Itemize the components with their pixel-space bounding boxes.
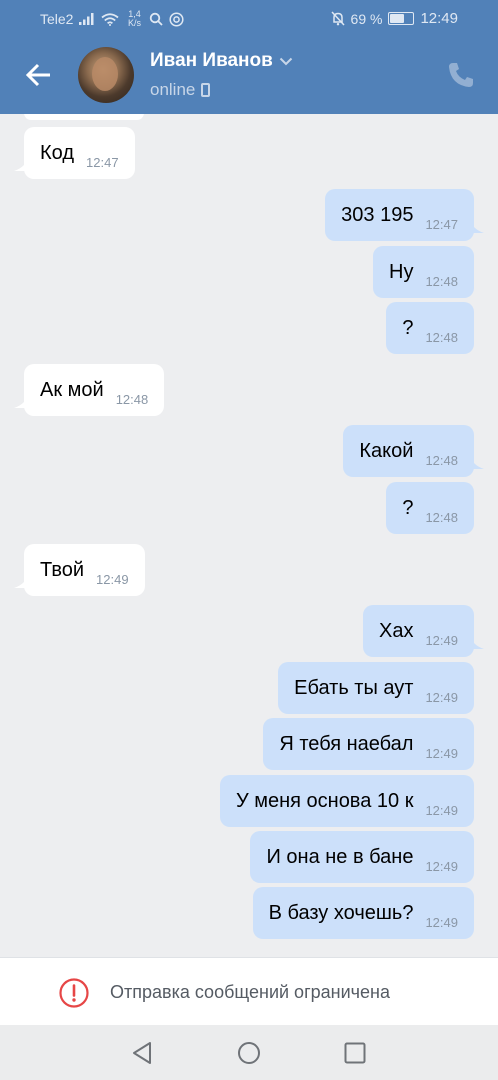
message-time: 12:49 <box>425 745 458 761</box>
status-left: Tele2 1,4 K/s <box>40 10 185 28</box>
message-text: Какой <box>359 439 414 462</box>
outgoing-message[interactable]: ? 12:48 <box>386 302 474 354</box>
restriction-bar: Отправка сообщений ограничена <box>0 957 498 1025</box>
battery-level <box>390 14 405 23</box>
message-text: И она не в бане <box>266 845 414 868</box>
contact-status: online <box>150 80 211 100</box>
net-speed: 1,4 K/s <box>125 10 143 28</box>
incoming-message[interactable]: Код 12:47 <box>14 127 135 179</box>
square-recents-icon[interactable] <box>342 1040 368 1066</box>
bubble-tail <box>14 574 28 588</box>
outgoing-message[interactable]: И она не в бане 12:49 <box>250 831 474 883</box>
contact-name: Иван Иванов <box>150 50 273 71</box>
bell-muted-icon <box>330 11 345 26</box>
battery-percent: 69 % <box>350 10 383 27</box>
header: Tele2 1,4 K/s 69 % 12:49 Иван Иванов onl… <box>0 0 498 114</box>
carrier-label: Tele2 <box>40 11 74 27</box>
chevron-down-icon <box>279 57 293 65</box>
message-time: 12:48 <box>115 391 149 407</box>
circle-home-icon[interactable] <box>236 1040 262 1066</box>
message-text: Ебать ты аут <box>294 676 414 699</box>
triangle-back-icon[interactable] <box>129 1040 155 1066</box>
message-time: 12:47 <box>86 154 119 170</box>
message-time: 12:49 <box>425 632 458 648</box>
status-bar: Tele2 1,4 K/s 69 % 12:49 <box>0 0 498 36</box>
incoming-message[interactable]: Твой 12:49 <box>14 544 145 596</box>
message-time: 12:49 <box>425 858 458 874</box>
message-time: 12:49 <box>425 914 458 930</box>
bubble-tail <box>470 455 484 469</box>
message-time: 12:49 <box>96 571 129 587</box>
net-speed-unit: K/s <box>127 18 141 28</box>
bubble-tail <box>14 157 28 171</box>
message-text: ? <box>402 496 414 519</box>
at-sign-icon <box>169 11 185 27</box>
outgoing-message[interactable]: Ебать ты аут 12:49 <box>278 662 474 714</box>
outgoing-message[interactable]: Ну 12:48 <box>373 246 474 298</box>
status-time: 12:49 <box>420 10 458 27</box>
outgoing-message[interactable]: 303 195 12:47 <box>325 189 484 241</box>
message-time: 12:47 <box>425 216 458 232</box>
status-right: 69 % 12:49 <box>330 10 458 27</box>
contact-name-button[interactable]: Иван Иванов <box>150 50 293 72</box>
message-text: Хах <box>378 619 414 642</box>
message-time: 12:48 <box>425 273 458 289</box>
exclamation-circle-icon <box>59 978 89 1008</box>
message-text: В базу хочешь? <box>268 901 414 924</box>
message-time: 12:49 <box>425 802 458 818</box>
message-text: Ак мой <box>40 378 104 401</box>
avatar-face <box>92 57 118 91</box>
signal-icon <box>79 13 94 25</box>
status-text: online <box>150 80 196 99</box>
incoming-message[interactable]: Ак мой 12:48 <box>14 364 165 416</box>
message-time: 12:48 <box>425 452 458 468</box>
bubble-tail <box>470 635 484 649</box>
outgoing-message[interactable]: Я тебя наебал 12:49 <box>263 718 474 770</box>
message-text: Твой <box>40 558 85 581</box>
message-time: 12:48 <box>425 509 458 525</box>
search-status-icon <box>150 12 164 26</box>
message-time: 12:48 <box>425 329 458 345</box>
previous-message-edge <box>24 114 144 120</box>
battery-icon <box>388 12 415 25</box>
outgoing-message[interactable]: Хах 12:49 <box>362 605 484 657</box>
mobile-device-icon <box>201 83 211 97</box>
outgoing-message[interactable]: У меня основа 10 к 12:49 <box>219 775 474 827</box>
arrow-left-icon[interactable] <box>22 58 56 92</box>
bubble-tail <box>470 219 484 233</box>
system-nav-bar <box>0 1025 498 1080</box>
app-bar: Иван Иванов online <box>0 36 498 114</box>
bubble-tail <box>14 394 28 408</box>
outgoing-message[interactable]: Какой 12:48 <box>343 425 484 477</box>
avatar[interactable] <box>78 47 134 103</box>
message-text: 303 195 <box>341 203 414 226</box>
message-text: Ну <box>389 260 414 283</box>
message-time: 12:49 <box>425 689 458 705</box>
message-text: У меня основа 10 к <box>235 789 414 812</box>
message-list[interactable]: Код 12:47 303 195 12:47 Ну 12:48? 12:48 Ак мой 1… <box>0 114 498 957</box>
outgoing-message[interactable]: ? 12:48 <box>386 482 474 534</box>
message-text: ? <box>402 316 414 339</box>
wifi-icon <box>101 12 120 26</box>
phone-icon[interactable] <box>446 60 476 90</box>
outgoing-message[interactable]: В базу хочешь? 12:49 <box>252 887 474 939</box>
message-text: Я тебя наебал <box>279 732 414 755</box>
restriction-text: Отправка сообщений ограничена <box>110 982 390 1002</box>
message-text: Код <box>40 141 75 164</box>
